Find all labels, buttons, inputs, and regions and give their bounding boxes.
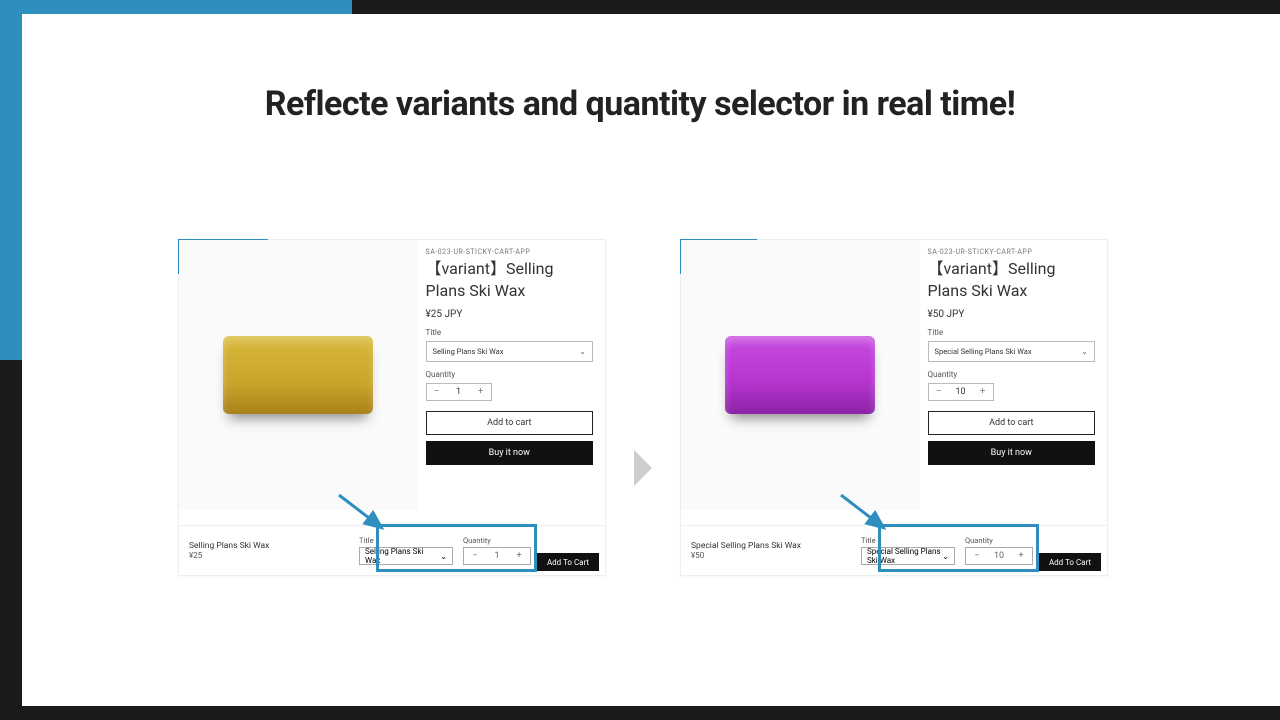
qty-plus[interactable]: + bbox=[471, 384, 491, 400]
qty-value: 10 bbox=[949, 384, 973, 400]
sticky-variant-label: Title bbox=[861, 536, 955, 545]
sticky-cart-bar: Selling Plans Ski Wax ¥25 Title Selling … bbox=[179, 525, 605, 575]
variant-label: Title bbox=[426, 328, 593, 337]
variant-select[interactable]: Selling Plans Ski Wax ⌄ bbox=[426, 341, 593, 362]
sticky-qty-label: Quantity bbox=[965, 536, 1033, 545]
sticky-variant-value: Special Selling Plans Ski Wax bbox=[867, 547, 942, 565]
quantity-label: Quantity bbox=[928, 370, 1095, 379]
product-details: SA-023-UR-STICKY-CART-APP 【variant】Selli… bbox=[920, 240, 1107, 510]
sticky-add-to-cart-button[interactable]: Add To Cart bbox=[537, 553, 599, 571]
sticky-price: ¥50 bbox=[691, 551, 855, 560]
qty-value: 10 bbox=[988, 548, 1010, 564]
variant-select[interactable]: Special Selling Plans Ski Wax ⌄ bbox=[928, 341, 1095, 362]
product-price: ¥25 JPY bbox=[426, 309, 593, 320]
sticky-variant-label: Title bbox=[359, 536, 453, 545]
sticky-variant-select[interactable]: Special Selling Plans Ski Wax ⌄ bbox=[861, 547, 955, 565]
slide-stage: Reflecte variants and quantity selector … bbox=[0, 0, 1280, 720]
product-area: SA-023-UR-STICKY-CART-APP 【variant】Selli… bbox=[179, 240, 605, 510]
product-area: SA-023-UR-STICKY-CART-APP 【variant】Selli… bbox=[681, 240, 1107, 510]
quantity-label: Quantity bbox=[426, 370, 593, 379]
variant-value: Special Selling Plans Ski Wax bbox=[935, 347, 1032, 356]
content-card: Reflecte variants and quantity selector … bbox=[22, 14, 1258, 706]
sticky-qty-stepper[interactable]: − 1 + bbox=[463, 547, 531, 565]
product-image bbox=[681, 240, 920, 510]
chevron-down-icon: ⌄ bbox=[579, 347, 586, 356]
sticky-title: Selling Plans Ski Wax bbox=[189, 541, 353, 551]
product-sku: SA-023-UR-STICKY-CART-APP bbox=[928, 248, 1095, 256]
quantity-stepper[interactable]: − 1 + bbox=[426, 383, 492, 401]
chevron-down-icon: ⌄ bbox=[440, 552, 447, 561]
panel-before: Before SA-023-UR-STICKY-CART-APP 【varian… bbox=[178, 239, 606, 576]
page-title: Reflecte variants and quantity selector … bbox=[22, 84, 1258, 124]
sticky-qty-field: Quantity − 10 + bbox=[965, 536, 1033, 565]
sticky-product-info: Selling Plans Ski Wax ¥25 bbox=[189, 541, 353, 560]
wax-icon bbox=[223, 336, 373, 414]
product-title: 【variant】Selling Plans Ski Wax bbox=[426, 258, 593, 301]
product-price: ¥50 JPY bbox=[928, 309, 1095, 320]
qty-minus[interactable]: − bbox=[427, 384, 447, 400]
bg-dark-top bbox=[352, 0, 1280, 14]
bg-dark-bottom bbox=[0, 706, 1280, 720]
variant-value: Selling Plans Ski Wax bbox=[433, 347, 504, 356]
comparison-arrow bbox=[628, 359, 658, 576]
product-title: 【variant】Selling Plans Ski Wax bbox=[928, 258, 1095, 301]
wax-icon bbox=[725, 336, 875, 414]
sticky-variant-value: Selling Plans Ski Wax bbox=[365, 547, 440, 565]
sticky-cart-bar: Special Selling Plans Ski Wax ¥50 Title … bbox=[681, 525, 1107, 575]
qty-minus[interactable]: − bbox=[464, 548, 486, 564]
chevron-down-icon: ⌄ bbox=[942, 552, 949, 561]
sticky-variant-field: Title Selling Plans Ski Wax ⌄ bbox=[359, 536, 453, 565]
qty-value: 1 bbox=[447, 384, 471, 400]
product-image bbox=[179, 240, 418, 510]
qty-value: 1 bbox=[486, 548, 508, 564]
sticky-title: Special Selling Plans Ski Wax bbox=[691, 541, 855, 551]
comparison-panels: Before SA-023-UR-STICKY-CART-APP 【varian… bbox=[178, 239, 1108, 576]
chevron-right-icon bbox=[634, 450, 652, 486]
sticky-qty-stepper[interactable]: − 10 + bbox=[965, 547, 1033, 565]
sticky-controls: Title Special Selling Plans Ski Wax ⌄ Qu… bbox=[855, 532, 1039, 569]
product-sku: SA-023-UR-STICKY-CART-APP bbox=[426, 248, 593, 256]
add-to-cart-button[interactable]: Add to cart bbox=[426, 411, 593, 435]
buy-now-button[interactable]: Buy it now bbox=[928, 441, 1095, 465]
sticky-add-to-cart-button[interactable]: Add To Cart bbox=[1039, 553, 1101, 571]
sticky-product-info: Special Selling Plans Ski Wax ¥50 bbox=[691, 541, 855, 560]
buy-now-button[interactable]: Buy it now bbox=[426, 441, 593, 465]
sticky-qty-field: Quantity − 1 + bbox=[463, 536, 531, 565]
product-details: SA-023-UR-STICKY-CART-APP 【variant】Selli… bbox=[418, 240, 605, 510]
qty-plus[interactable]: + bbox=[508, 548, 530, 564]
sticky-variant-field: Title Special Selling Plans Ski Wax ⌄ bbox=[861, 536, 955, 565]
qty-plus[interactable]: + bbox=[973, 384, 993, 400]
sticky-qty-label: Quantity bbox=[463, 536, 531, 545]
panel-after: After SA-023-UR-STICKY-CART-APP 【variant… bbox=[680, 239, 1108, 576]
sticky-price: ¥25 bbox=[189, 551, 353, 560]
qty-plus[interactable]: + bbox=[1010, 548, 1032, 564]
chevron-down-icon: ⌄ bbox=[1081, 347, 1088, 356]
quantity-stepper[interactable]: − 10 + bbox=[928, 383, 994, 401]
add-to-cart-button[interactable]: Add to cart bbox=[928, 411, 1095, 435]
sticky-controls: Title Selling Plans Ski Wax ⌄ Quantity −… bbox=[353, 532, 537, 569]
sticky-variant-select[interactable]: Selling Plans Ski Wax ⌄ bbox=[359, 547, 453, 565]
qty-minus[interactable]: − bbox=[929, 384, 949, 400]
qty-minus[interactable]: − bbox=[966, 548, 988, 564]
variant-label: Title bbox=[928, 328, 1095, 337]
